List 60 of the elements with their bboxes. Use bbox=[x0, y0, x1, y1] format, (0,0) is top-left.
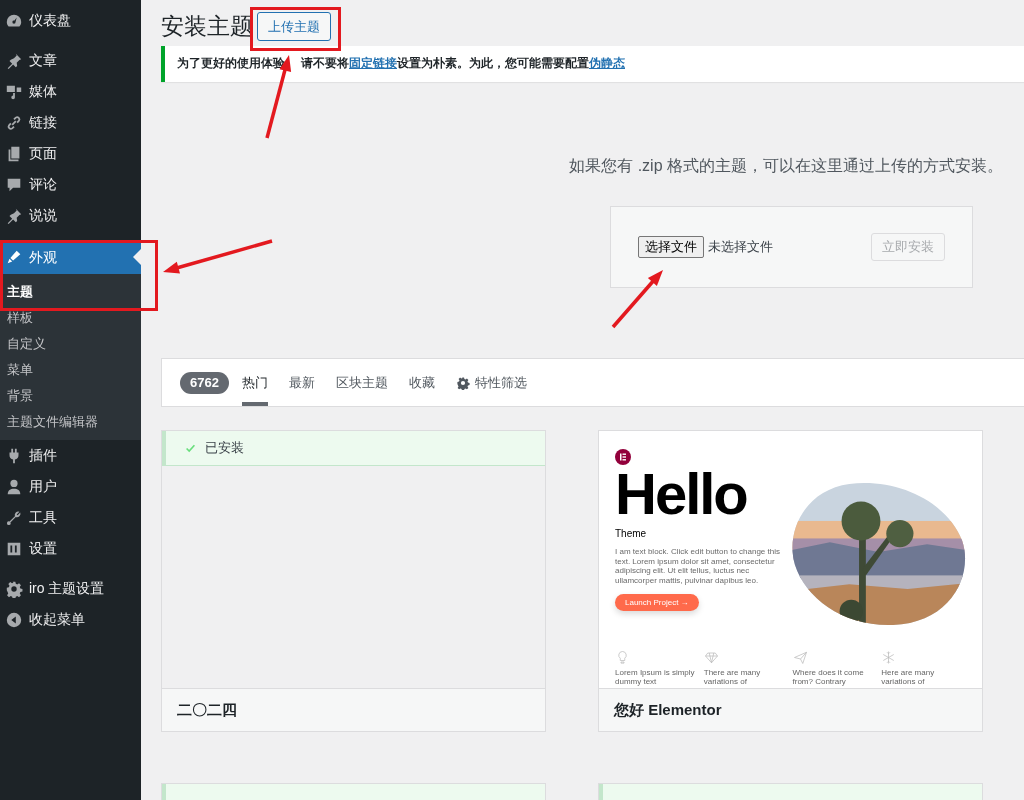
submenu-item[interactable]: 主题 bbox=[0, 279, 141, 305]
feature-filter-link[interactable]: 特性筛选 bbox=[455, 359, 527, 406]
filter-tab[interactable]: 最新 bbox=[288, 359, 315, 406]
hello-body-text: I am text block. Click edit button to change this text. Lorem ipsum dolor sit amet, consectetur adipiscing elit. Ut elit tellus, luctus nec ullamcorper mattis, pulvinar dapibus leo. bbox=[615, 547, 781, 585]
sidebar-item[interactable]: 插件 bbox=[0, 440, 141, 471]
pin-icon bbox=[5, 206, 23, 225]
hello-headline: Hello bbox=[615, 471, 748, 517]
sidebar-item[interactable]: 链接 bbox=[0, 107, 141, 138]
theme-count-badge: 6762 bbox=[180, 371, 229, 394]
feature-caption: There are many variations of bbox=[703, 668, 762, 686]
annotation-arrow bbox=[611, 270, 663, 329]
submenu-item[interactable]: 背景 bbox=[0, 383, 141, 409]
sidebar-item[interactable]: 用户 bbox=[0, 471, 141, 502]
sidebar-item[interactable]: 仪表盘 bbox=[0, 5, 141, 36]
hello-subtitle: Theme bbox=[615, 527, 648, 541]
theme-card[interactable] bbox=[598, 430, 983, 732]
sidebar-item[interactable]: 收起菜单 bbox=[0, 604, 141, 635]
installed-banner: 已安装 bbox=[162, 431, 545, 466]
page-title: 安装主题 bbox=[161, 12, 253, 42]
sidebar-item[interactable]: 评论 bbox=[0, 169, 141, 200]
feature-caption: Lorem Ipsum is simply dummy text bbox=[615, 668, 696, 686]
choose-file-button[interactable]: 选择文件 bbox=[638, 236, 704, 258]
sidebar-item[interactable]: 设置 bbox=[0, 533, 141, 564]
gear-icon bbox=[455, 375, 470, 390]
text-link[interactable]: 伪静态 bbox=[589, 57, 625, 70]
sidebar-item[interactable]: 说说 bbox=[0, 200, 141, 231]
theme-name: 二〇二四 bbox=[162, 688, 545, 731]
snowflake-icon bbox=[881, 650, 897, 665]
upload-theme-button[interactable]: 上传主题 bbox=[257, 12, 331, 41]
filter-tab[interactable]: 热门 bbox=[241, 359, 268, 406]
pin-icon bbox=[5, 51, 23, 70]
theme-name: 您好 Elementor bbox=[599, 688, 982, 731]
link-icon bbox=[5, 113, 23, 132]
launch-project-button: Launch Project → bbox=[615, 594, 699, 611]
bulb-icon bbox=[615, 650, 630, 665]
filter-tab[interactable]: 收藏 bbox=[408, 359, 435, 406]
logo-icon bbox=[615, 449, 631, 465]
upload-hint: 如果您有 .zip 格式的主题，可以在这里通过上传的方式安装。 bbox=[569, 156, 1003, 176]
text-link[interactable]: 固定链接 bbox=[349, 57, 397, 70]
gear-icon bbox=[5, 579, 23, 598]
submenu-item[interactable]: 自定义 bbox=[0, 331, 141, 357]
paper-plane-icon bbox=[792, 650, 808, 665]
brush-icon bbox=[5, 248, 23, 266]
diamond-icon bbox=[703, 650, 719, 665]
submenu-item[interactable]: 主题文件编辑器 bbox=[0, 409, 141, 435]
theme-card[interactable]: 已安装 二〇二四 bbox=[161, 430, 546, 732]
submenu-item[interactable]: 样板 bbox=[0, 305, 141, 331]
pointer-notch bbox=[133, 249, 141, 265]
user-icon bbox=[5, 477, 23, 496]
sidebar-item[interactable]: 文章 bbox=[0, 45, 141, 76]
sidebar-item[interactable]: 工具 bbox=[0, 502, 141, 533]
collapse-icon bbox=[5, 610, 23, 629]
sidebar-item[interactable]: iro 主题设置 bbox=[0, 573, 141, 604]
feature-caption: Here are many variations of bbox=[881, 668, 936, 686]
filter-tab[interactable]: 区块主题 bbox=[335, 359, 388, 406]
sidebar-item[interactable]: 页面 bbox=[0, 138, 141, 169]
feature-caption: Where does it come from? Contrary bbox=[792, 668, 865, 686]
file-status: 未选择文件 bbox=[708, 238, 773, 257]
sidebar-item[interactable]: 媒体 bbox=[0, 76, 141, 107]
submenu-item[interactable]: 菜单 bbox=[0, 357, 141, 383]
